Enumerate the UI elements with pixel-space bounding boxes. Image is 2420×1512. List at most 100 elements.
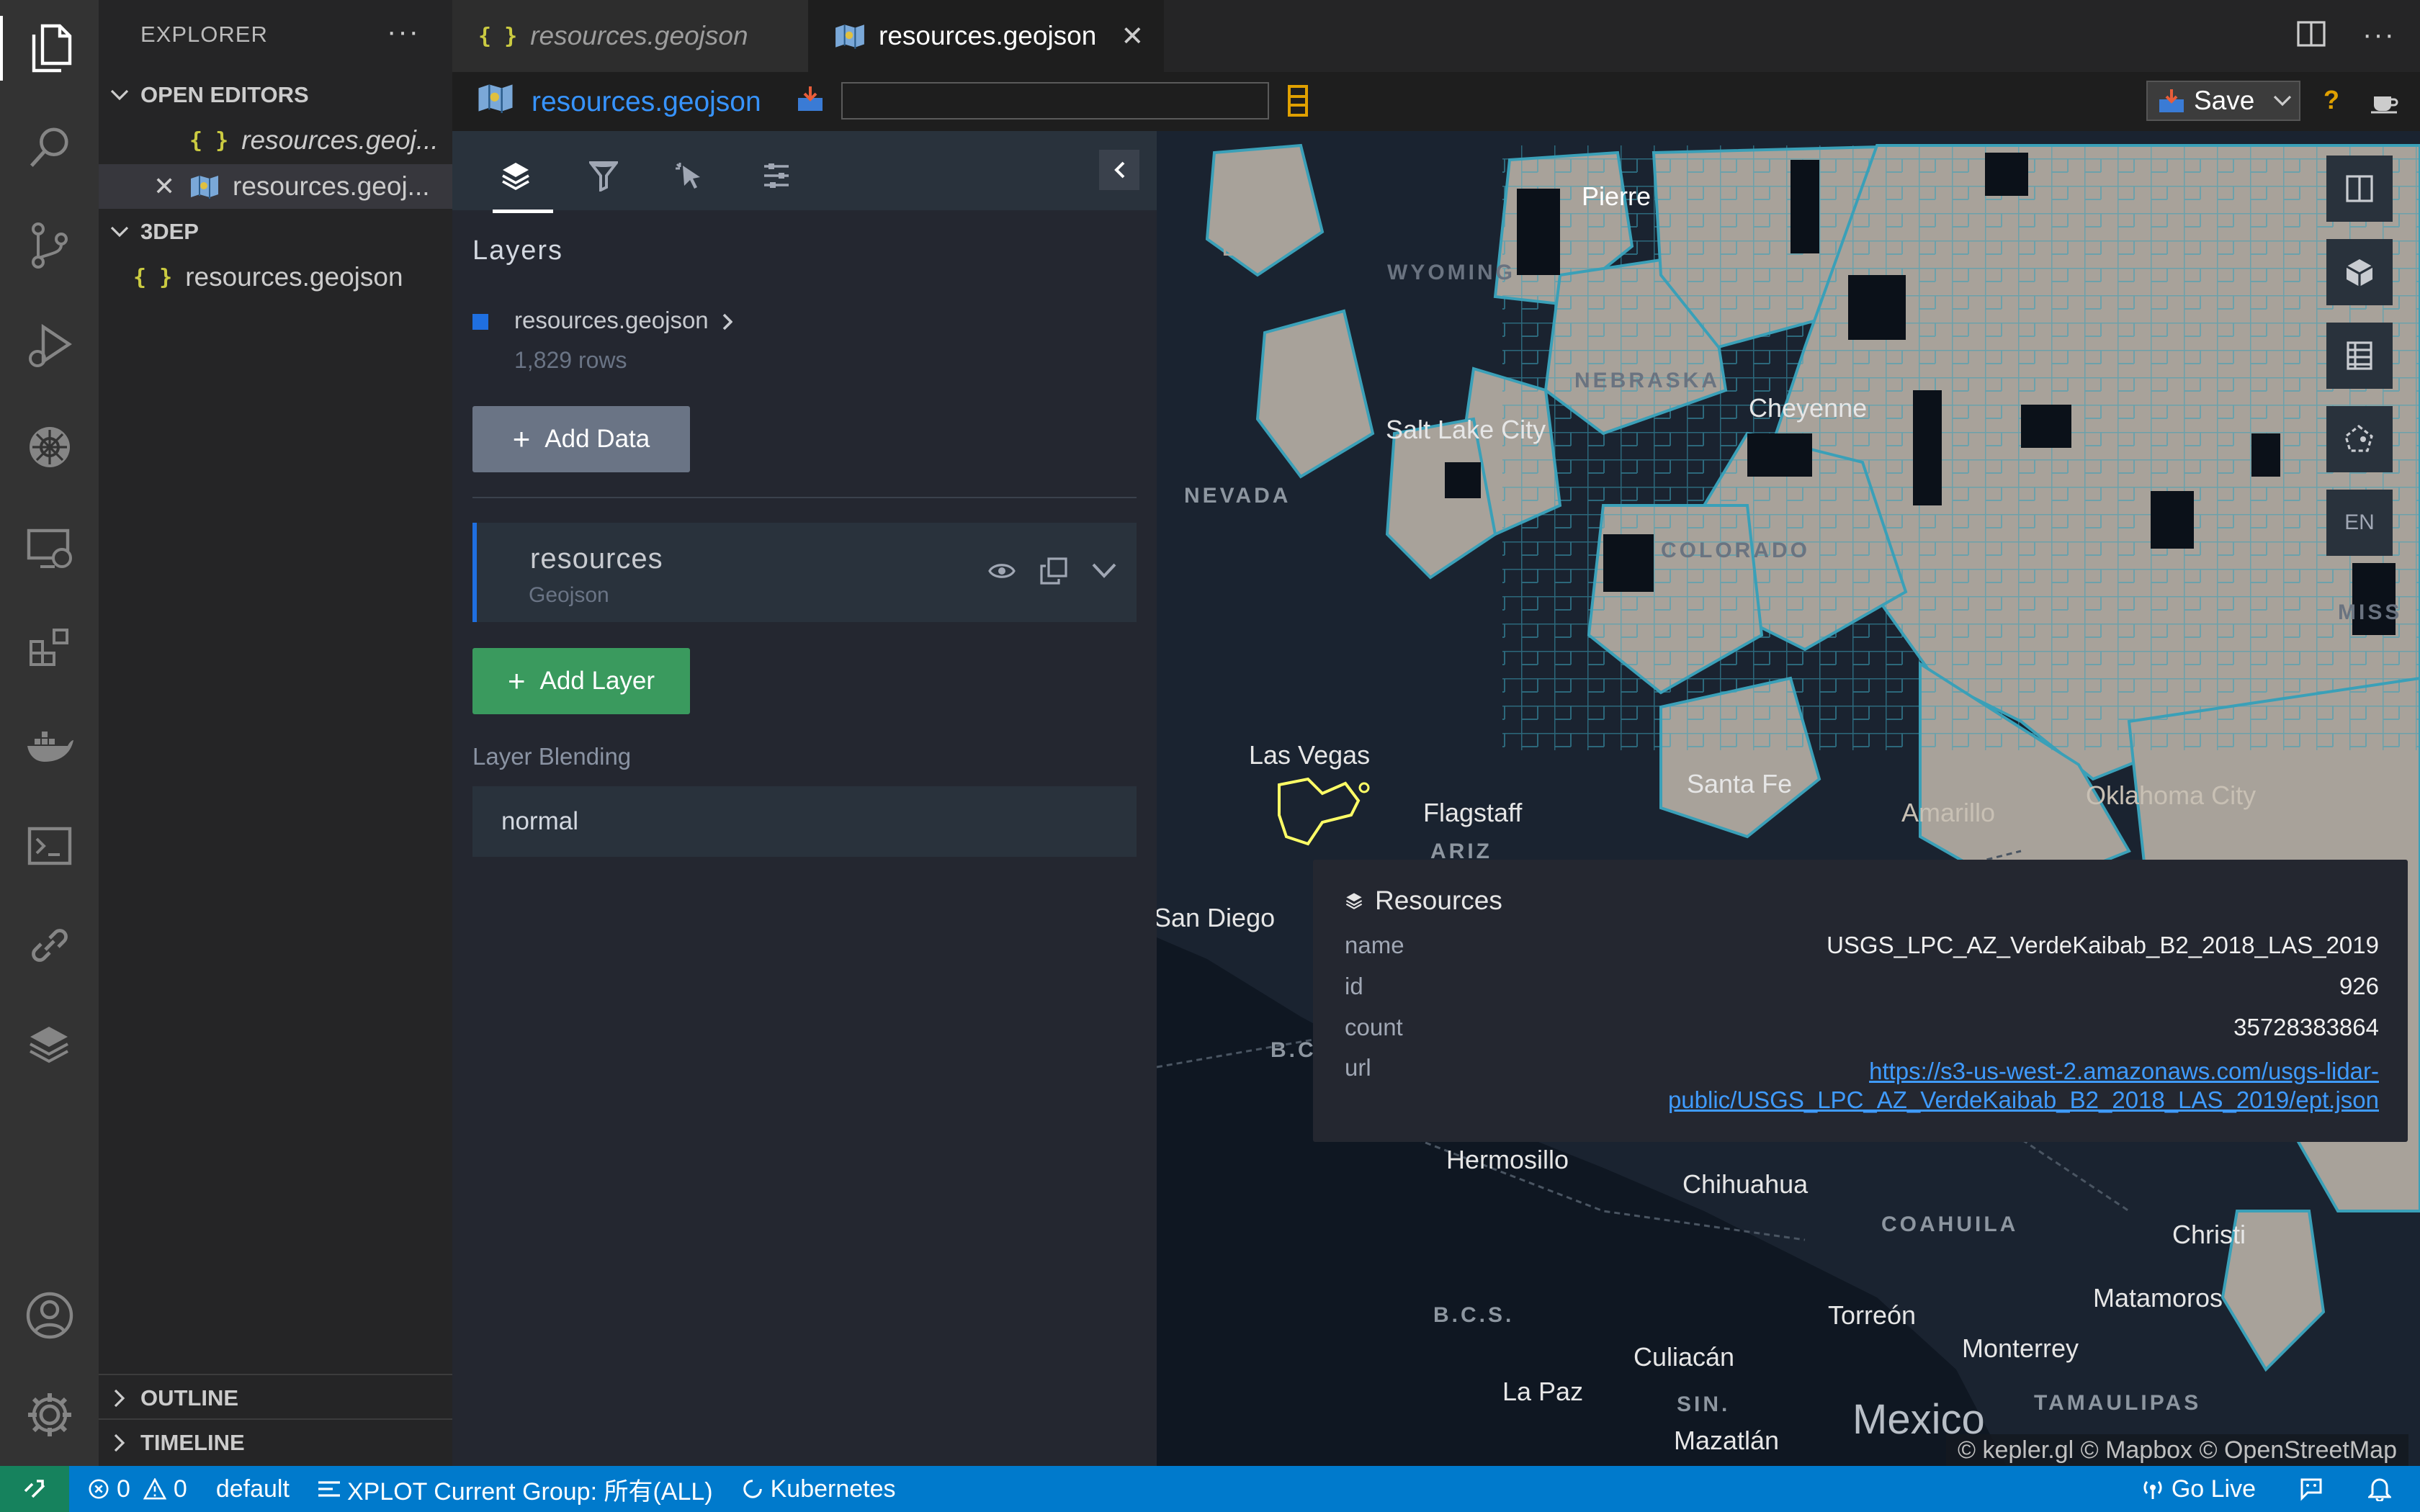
xplot-group-indicator[interactable]: XPLOT Current Group: 所有(ALL) xyxy=(318,1472,713,1507)
import-icon[interactable] xyxy=(795,84,825,114)
locale-button[interactable]: EN xyxy=(2326,490,2393,556)
map-file-icon xyxy=(834,23,866,49)
source-control-icon[interactable] xyxy=(17,213,82,278)
close-icon[interactable]: ✕ xyxy=(1121,20,1144,53)
layer-blending-label: Layer Blending xyxy=(472,743,632,770)
chevron-right-icon xyxy=(99,1389,140,1408)
file-tree-item[interactable]: { } resources.geojson xyxy=(99,255,452,300)
map-tooltip: Resources name USGS_LPC_AZ_VerdeKaibab_B… xyxy=(1313,860,2408,1142)
map-label: Boise xyxy=(1222,232,1287,261)
map-label: Pierre xyxy=(1582,181,1652,211)
layer-blending-select[interactable]: normal xyxy=(472,786,1137,857)
map-attribution[interactable]: © kepler.gl © Mapbox © OpenStreetMap xyxy=(1945,1434,2408,1466)
tab-resources-map[interactable]: resources.geojson ✕ xyxy=(808,0,1164,72)
tooltip-value: USGS_LPC_AZ_VerdeKaibab_B2_2018_LAS_2019 xyxy=(1827,932,2379,958)
status-right: Go Live xyxy=(2141,1466,2391,1512)
tooltip-url-link[interactable]: https://s3-us-west-2.amazonaws.com/usgs-… xyxy=(1659,1057,2379,1115)
close-icon[interactable]: ✕ xyxy=(153,171,189,202)
terminal-icon[interactable] xyxy=(17,814,82,878)
error-icon xyxy=(88,1478,109,1500)
save-icon xyxy=(2158,88,2185,114)
docker-icon[interactable] xyxy=(17,714,82,779)
draw-polygon-icon xyxy=(2344,424,2373,452)
remote-icon xyxy=(24,1480,45,1498)
tab-interactions[interactable] xyxy=(661,147,719,204)
map-canvas[interactable]: Pierre Boise WYOMING NEBRASKA Salt Lake … xyxy=(1157,131,2420,1466)
notifications-bell-icon[interactable] xyxy=(2368,1477,2391,1501)
workspace-header[interactable]: 3DEP xyxy=(99,210,452,253)
dataset-name[interactable]: resources.geojson xyxy=(514,307,732,334)
add-layer-button[interactable]: + Add Layer xyxy=(472,648,690,714)
tab-filters[interactable] xyxy=(575,147,632,204)
collapse-panel-button[interactable] xyxy=(1099,150,1139,190)
eye-icon[interactable] xyxy=(988,562,1016,580)
save-dropdown[interactable]: Save xyxy=(2146,81,2300,121)
kubernetes-indicator[interactable]: Kubernetes xyxy=(742,1475,896,1503)
duplicate-icon[interactable] xyxy=(1040,557,1067,585)
explorer-more-icon[interactable]: ··· xyxy=(387,16,420,48)
data-table-icon[interactable] xyxy=(1288,85,1308,117)
tab-base-map[interactable] xyxy=(748,147,805,204)
3d-view-button[interactable] xyxy=(2326,239,2393,305)
map-label: Santa Fe xyxy=(1687,769,1793,798)
kepler-panel-tabs xyxy=(452,131,1157,213)
go-live-button[interactable]: Go Live xyxy=(2141,1475,2256,1503)
timeline-header[interactable]: TIMELINE xyxy=(99,1421,452,1464)
tab-layers[interactable] xyxy=(487,147,553,213)
broadcast-icon xyxy=(2141,1477,2164,1500)
settings-gear-icon[interactable] xyxy=(17,1382,82,1447)
account-icon[interactable] xyxy=(17,1283,82,1348)
kubernetes-icon[interactable] xyxy=(17,415,82,480)
warning-count: 0 xyxy=(173,1475,187,1503)
map-label: Chihuahua xyxy=(1682,1169,1809,1199)
split-editor-icon[interactable] xyxy=(2296,19,2326,51)
layer-card[interactable]: resources Geojson xyxy=(472,523,1137,622)
chevron-down-icon[interactable] xyxy=(1092,563,1116,579)
timeline-label: TIMELINE xyxy=(140,1430,245,1455)
remote-indicator[interactable] xyxy=(0,1466,69,1512)
toolbar-input[interactable] xyxy=(841,82,1269,120)
dataset-rows: 1,829 rows xyxy=(514,347,627,373)
open-editors-header[interactable]: OPEN EDITORS xyxy=(99,73,452,117)
tab-label: resources.geojson xyxy=(879,21,1097,50)
add-layer-label: Add Layer xyxy=(539,667,655,695)
run-debug-icon[interactable] xyxy=(17,314,82,379)
explorer-icon[interactable] xyxy=(0,16,99,81)
layer-actions xyxy=(988,557,1116,585)
open-editors-label: OPEN EDITORS xyxy=(140,82,309,107)
more-actions-icon[interactable]: ··· xyxy=(2362,19,2396,51)
error-count: 0 xyxy=(117,1475,130,1503)
remote-explorer-icon[interactable] xyxy=(17,516,82,580)
explorer-title: EXPLORER xyxy=(140,22,268,47)
tooltip-key: count xyxy=(1345,1014,1403,1040)
legend-button[interactable] xyxy=(2326,323,2393,389)
status-bar: 0 0 default XPLOT Current Group: 所有(ALL)… xyxy=(0,1466,2420,1512)
problems-indicator[interactable]: 0 0 xyxy=(88,1475,187,1503)
profile-indicator[interactable]: default xyxy=(216,1475,290,1503)
tab-resources-json[interactable]: { } resources.geojson xyxy=(452,0,808,72)
map-label: WYOMING xyxy=(1387,261,1515,284)
layers-icon[interactable] xyxy=(17,1012,82,1077)
feedback-icon[interactable] xyxy=(2299,1477,2325,1501)
warning-icon xyxy=(143,1478,166,1500)
search-icon[interactable] xyxy=(17,115,82,180)
map-label: SIN. xyxy=(1677,1392,1731,1416)
draw-polygon-button[interactable] xyxy=(2326,406,2393,472)
outline-header[interactable]: OUTLINE xyxy=(99,1377,452,1420)
open-editor-item-active[interactable]: ✕ resources.geoj... xyxy=(99,164,452,209)
link-icon[interactable] xyxy=(17,913,82,978)
coffee-icon[interactable] xyxy=(2371,88,2398,114)
tooltip-value: 926 xyxy=(2339,973,2379,999)
toolbar-file-link[interactable]: resources.geojson xyxy=(532,86,761,118)
map-label: Monterrey xyxy=(1962,1333,2079,1363)
chevron-right-icon xyxy=(722,313,732,330)
split-map-button[interactable] xyxy=(2326,156,2393,222)
help-button[interactable]: ? xyxy=(2323,85,2339,115)
map-label: Christi xyxy=(2172,1220,2246,1249)
add-data-button[interactable]: + Add Data xyxy=(472,406,690,472)
tooltip-row: id 926 xyxy=(1345,973,2379,1000)
editor-actions: ··· xyxy=(2296,19,2396,51)
tooltip-title: Resources xyxy=(1345,886,1502,916)
extensions-icon[interactable] xyxy=(17,615,82,680)
open-editor-item[interactable]: { } resources.geoj... xyxy=(99,118,452,163)
